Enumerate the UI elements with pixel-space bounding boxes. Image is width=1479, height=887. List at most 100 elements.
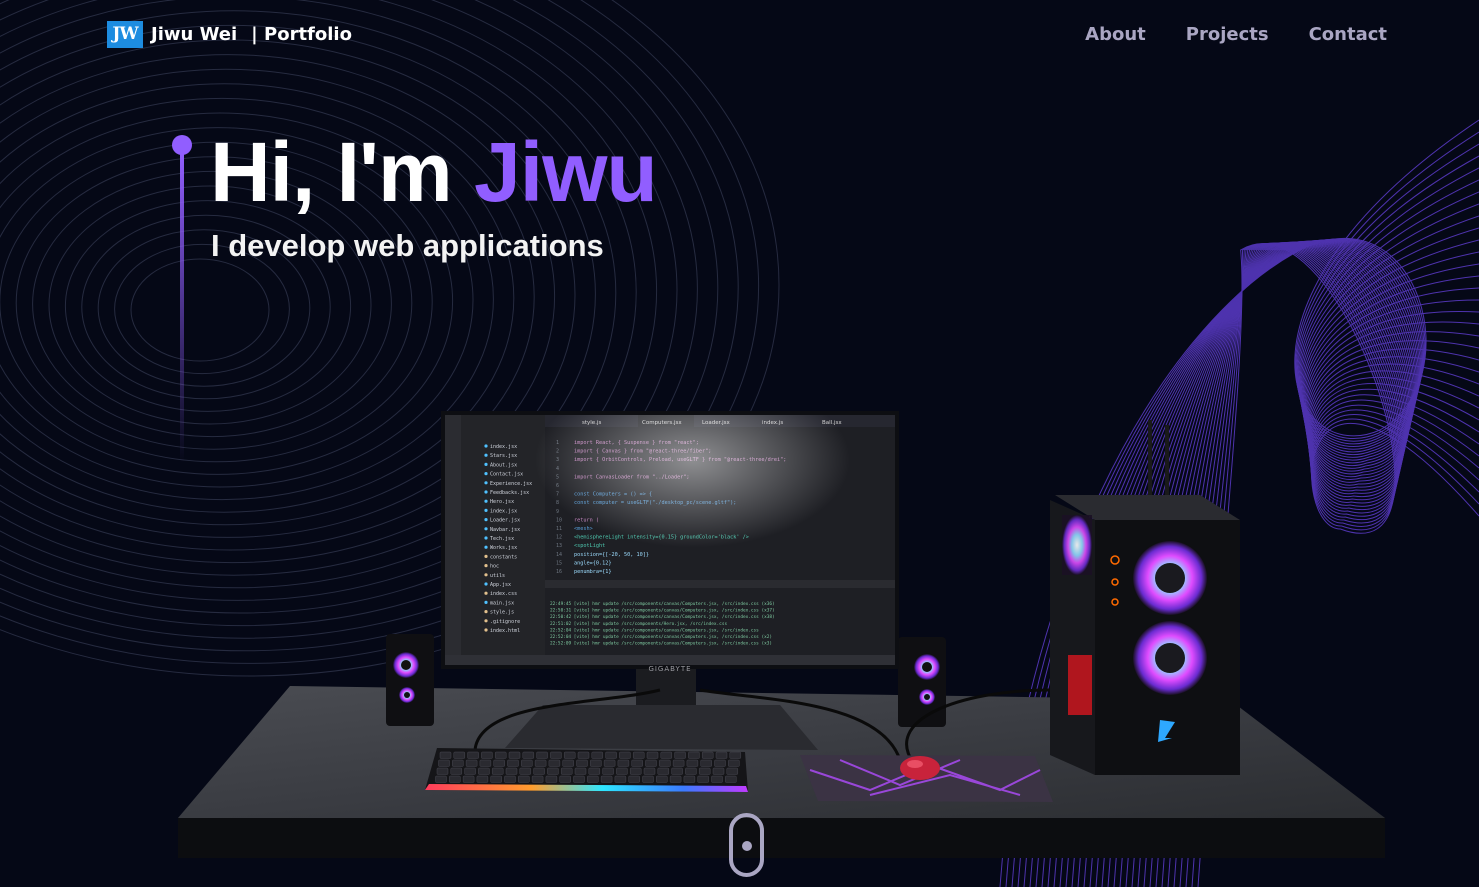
keyboard-key: [698, 767, 711, 775]
keyboard-key: [478, 767, 490, 775]
keyboard-key: [605, 751, 617, 759]
hero-accent-line: [172, 135, 192, 465]
keyboard-key: [645, 759, 657, 767]
hero-name: Jiwu: [474, 125, 658, 219]
nav-link-about[interactable]: About: [1085, 24, 1146, 45]
keyboard-key: [548, 759, 561, 767]
keyboard-key: [436, 767, 449, 775]
keyboard-key: [562, 759, 574, 767]
keyboard-key: [449, 775, 461, 783]
nav-links: About Projects Contact: [1085, 24, 1387, 45]
left-speaker: [386, 634, 434, 726]
keyboard-key: [560, 767, 573, 775]
keyboard-key: [522, 751, 535, 759]
keyboard-key: [632, 751, 645, 759]
keyboard-key: [550, 751, 562, 759]
keyboard-key: [728, 759, 740, 767]
scroll-to-about-indicator[interactable]: [729, 813, 764, 877]
keyboard-key: [726, 767, 739, 775]
keyboard-key: [450, 767, 463, 775]
keyboard-key: [686, 759, 699, 767]
keyboard-key: [587, 775, 599, 783]
keyboard-key: [493, 759, 505, 767]
keyboard-key: [701, 751, 714, 759]
hero-greeting: Hi, I'm: [210, 125, 475, 219]
keyboard-key: [573, 775, 585, 783]
keyboard-key: [688, 751, 700, 759]
keyboard-key: [631, 759, 643, 767]
keyboard-key: [467, 751, 479, 759]
keyboard-key: [453, 751, 466, 759]
right-speaker: [898, 637, 946, 727]
keyboard-key: [438, 759, 450, 767]
keyboard-key: [671, 767, 683, 775]
monitor: index.jsxStars.jsxAbout.jsxContact.jsxEx…: [441, 411, 899, 673]
keyboard-key: [452, 759, 464, 767]
brand-logo: JW: [107, 20, 143, 48]
pc-tower: [1050, 420, 1240, 775]
keyboard-key: [519, 767, 532, 775]
keyboard-key: [646, 751, 659, 759]
brand-subtitle: | Portfolio: [251, 23, 352, 45]
keyboard-key: [507, 759, 519, 767]
keyboard-key: [729, 751, 742, 759]
keyboard-key: [714, 759, 726, 767]
keyboard-key: [619, 751, 631, 759]
keyboard-key: [656, 775, 668, 783]
keyboard-key: [685, 767, 697, 775]
keyboard-key: [590, 759, 602, 767]
keyboard-key: [711, 775, 723, 783]
keyboard-key: [508, 751, 521, 759]
keyboard-key: [494, 751, 507, 759]
keyboard-key: [657, 767, 670, 775]
keyboard-key: [588, 767, 601, 775]
keyboard-key: [504, 775, 516, 783]
desktop-pc-3d-canvas[interactable]: index.jsxStars.jsxAbout.jsxContact.jsxEx…: [0, 380, 1479, 887]
keyboard-key: [435, 775, 447, 783]
monitor-stand-base: [505, 705, 818, 750]
keyboard-key: [715, 751, 728, 759]
hero-accent-bar: [180, 153, 184, 463]
nav-link-projects[interactable]: Projects: [1186, 24, 1269, 45]
keyboard-key: [545, 775, 558, 783]
keyboard-key: [534, 759, 547, 767]
mouse: [900, 756, 940, 780]
keyboard-key: [600, 775, 613, 783]
keyboard-key: [628, 775, 640, 783]
keyboard-key: [616, 767, 628, 775]
keyboard-key: [602, 767, 614, 775]
keyboard-key: [521, 759, 533, 767]
desk-front-edge: [178, 818, 1385, 858]
keyboard-key: [577, 751, 590, 759]
nav-link-contact[interactable]: Contact: [1309, 24, 1387, 45]
mouse-highlight: [907, 760, 923, 768]
keyboard-key: [491, 767, 504, 775]
keyboard-key: [533, 767, 545, 775]
keyboard-key: [476, 775, 489, 783]
keyboard-key: [464, 767, 476, 775]
keyboard-key: [617, 759, 630, 767]
keyboard: [425, 748, 748, 792]
keyboard-key: [683, 775, 696, 783]
monitor-brand: GIGABYTE: [648, 665, 691, 673]
hero-accent-dot: [172, 135, 192, 155]
keyboard-key: [591, 751, 604, 759]
keyboard-key: [659, 759, 671, 767]
keyboard-key: [531, 775, 544, 783]
keyboard-key: [700, 759, 712, 767]
scroll-indicator-dot: [742, 841, 752, 851]
keyboard-key: [660, 751, 673, 759]
wave-line: [130, 258, 270, 362]
brand-name: Jiwu Wei: [151, 23, 238, 45]
keyboard-key: [697, 775, 709, 783]
keyboard-key: [518, 775, 530, 783]
keyboard-key: [576, 759, 588, 767]
keyboard-key: [536, 751, 548, 759]
brand-home-link[interactable]: JW Jiwu Wei | Portfolio: [107, 20, 352, 48]
keyboard-key: [462, 775, 475, 783]
hero-subtitle: I develop web applications: [211, 228, 604, 263]
keyboard-key: [643, 767, 656, 775]
keyboard-key: [439, 751, 452, 759]
hero-title: Hi, I'm Jiwu: [210, 125, 658, 219]
keyboard-key: [559, 775, 571, 783]
